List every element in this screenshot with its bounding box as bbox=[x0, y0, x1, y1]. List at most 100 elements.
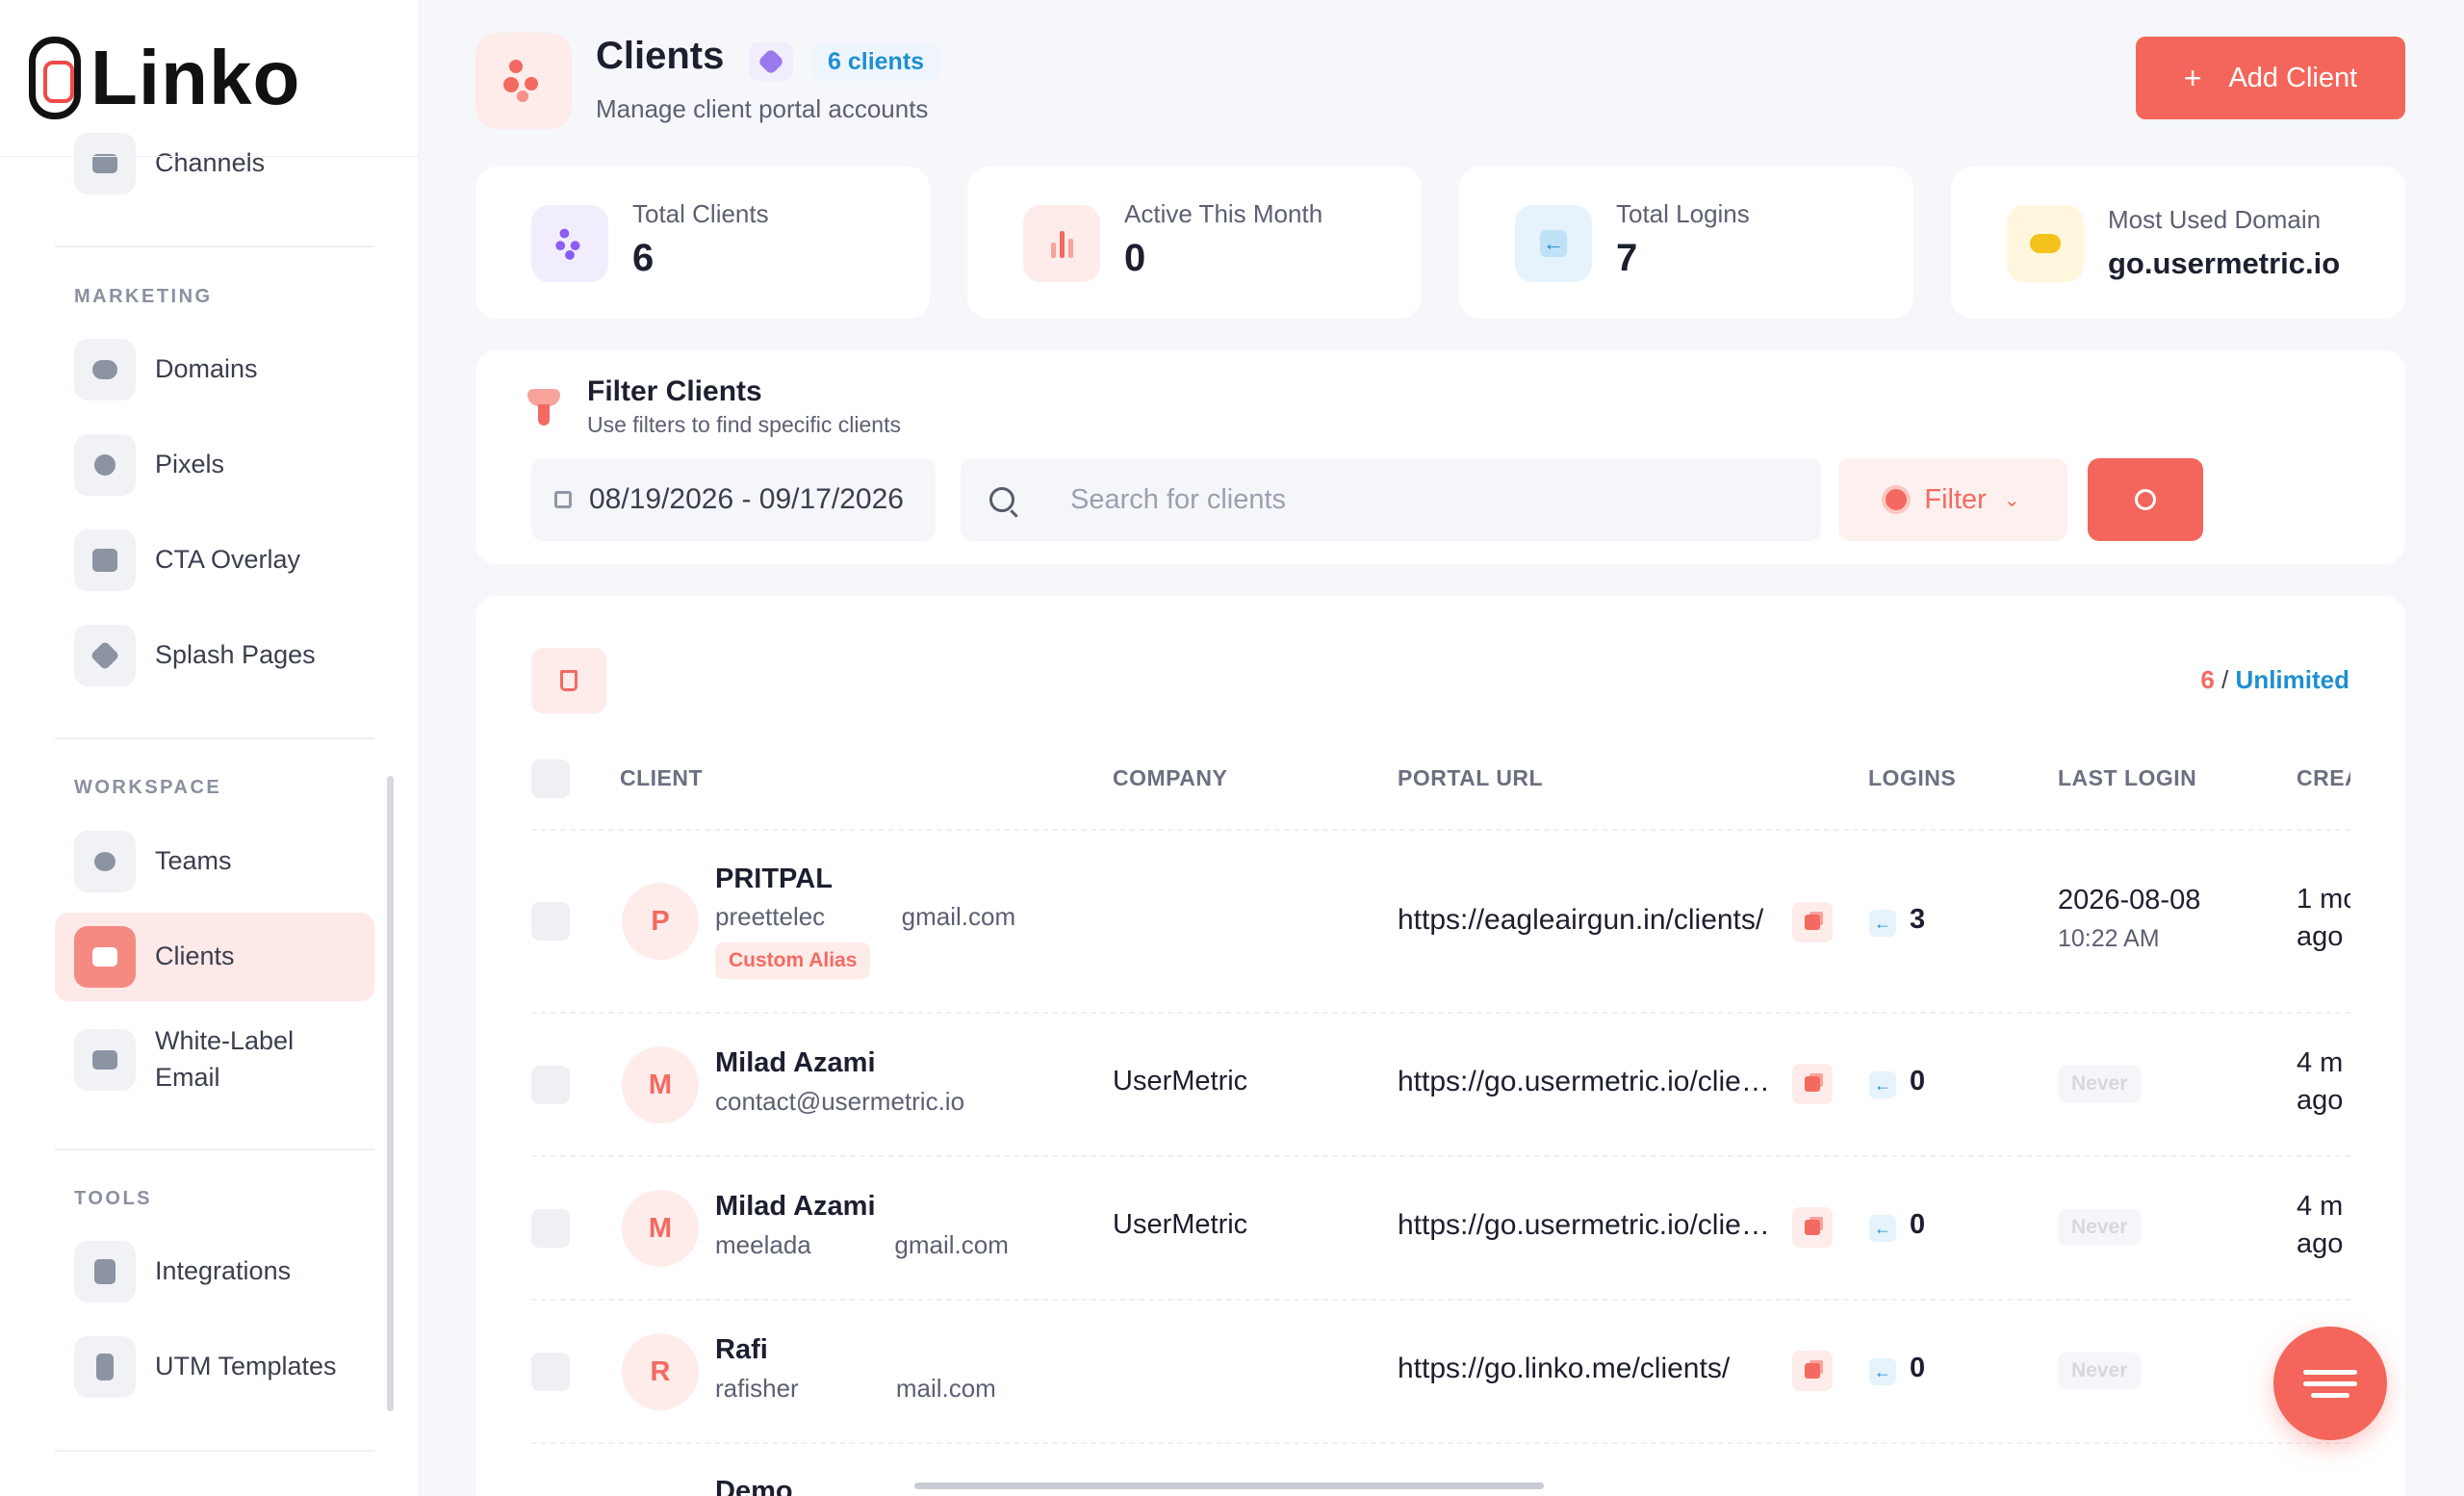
search-field[interactable] bbox=[961, 458, 1821, 541]
divider bbox=[55, 1450, 374, 1452]
mail-icon bbox=[74, 1029, 136, 1091]
row-checkbox[interactable] bbox=[531, 1066, 570, 1104]
portal-url[interactable]: https://go.linko.me/clients/ bbox=[1398, 1353, 1781, 1385]
cursor-icon bbox=[74, 434, 136, 496]
stat-card-total-clients: Total Clients 6 bbox=[475, 167, 930, 319]
people-icon bbox=[531, 205, 608, 282]
client-name: Demo bbox=[715, 1476, 793, 1496]
login-icon: ← bbox=[1869, 1071, 1896, 1098]
client-limit: 6 / Unlimited bbox=[2200, 665, 2349, 695]
date-range-picker[interactable]: 08/19/2026 - 09/17/2026 bbox=[531, 458, 936, 541]
copy-url-button[interactable] bbox=[1792, 1351, 1833, 1391]
login-count: 0 bbox=[1910, 1209, 1926, 1240]
stat-value: 0 bbox=[1124, 237, 1146, 279]
search-icon bbox=[989, 487, 1014, 512]
limit-max: Unlimited bbox=[2235, 665, 2349, 694]
login-count: 0 bbox=[1910, 1353, 1926, 1383]
column-header-portal-url[interactable]: PORTAL URL bbox=[1398, 765, 1543, 791]
chevron-down-icon: ⌄ bbox=[2003, 489, 2020, 511]
client-name: Milad Azami bbox=[715, 1191, 876, 1222]
avatar: M bbox=[622, 1190, 699, 1267]
team-icon bbox=[74, 831, 136, 892]
client-count-badge: 6 clients bbox=[812, 42, 940, 81]
avatar: P bbox=[622, 883, 699, 960]
sidebar-item-cta-overlay[interactable]: CTA Overlay bbox=[55, 516, 374, 605]
column-header-company[interactable]: COMPANY bbox=[1113, 765, 1227, 791]
login-icon: ← bbox=[1869, 910, 1896, 937]
overlay-icon bbox=[74, 529, 136, 591]
client-name: Rafi bbox=[715, 1334, 768, 1365]
menu-fab-button[interactable] bbox=[2273, 1327, 2387, 1440]
sidebar-scrollbar[interactable] bbox=[387, 776, 394, 1411]
row-checkbox[interactable] bbox=[531, 1353, 570, 1391]
bar-chart-icon bbox=[1023, 205, 1100, 282]
logo-mark-icon bbox=[29, 37, 81, 119]
sidebar-item-integrations[interactable]: Integrations bbox=[55, 1227, 374, 1316]
info-icon[interactable] bbox=[749, 42, 793, 81]
sidebar-item-channels[interactable]: Channels bbox=[55, 119, 374, 208]
column-header-last-login[interactable]: LAST LOGIN bbox=[2058, 765, 2196, 791]
portal-url[interactable]: https://eagleairgun.in/clients/ bbox=[1398, 904, 1781, 937]
client-email: contact@usermetric.io bbox=[715, 1087, 965, 1116]
filter-panel: Filter Clients Use filters to find speci… bbox=[475, 350, 2405, 564]
plus-icon: + bbox=[2183, 60, 2202, 95]
add-client-label: Add Client bbox=[2228, 62, 2358, 93]
stat-card-most-used-domain: Most Used Domain go.usermetric.io bbox=[1951, 167, 2405, 319]
client-icon bbox=[74, 926, 136, 988]
stat-label: Total Logins bbox=[1616, 199, 1750, 228]
clients-table-panel: 6 / Unlimited CLIENT COMPANY PORTAL URL … bbox=[475, 596, 2405, 1496]
last-login-time: 10:22 AM bbox=[2058, 925, 2160, 952]
custom-alias-badge: Custom Alias bbox=[715, 942, 871, 979]
sidebar-item-pixels[interactable]: Pixels bbox=[55, 421, 374, 509]
avatar: R bbox=[622, 1333, 699, 1410]
search-input[interactable] bbox=[1070, 483, 1744, 516]
gear-icon bbox=[1886, 489, 1908, 510]
select-all-checkbox[interactable] bbox=[531, 760, 570, 798]
column-header-client[interactable]: CLIENT bbox=[620, 765, 703, 791]
client-name: PRITPAL bbox=[715, 864, 833, 894]
column-header-created[interactable]: CREA bbox=[2297, 765, 2350, 791]
cloud-icon bbox=[2007, 205, 2084, 282]
row-checkbox[interactable] bbox=[531, 1209, 570, 1248]
sidebar-item-white-label-email[interactable]: White-Label Email bbox=[55, 1016, 374, 1104]
row-checkbox[interactable] bbox=[531, 902, 570, 941]
copy-url-button[interactable] bbox=[1792, 1064, 1833, 1104]
client-email: preettelec gmail.com bbox=[715, 902, 1016, 931]
search-icon bbox=[2135, 489, 2156, 510]
app-name: Linko bbox=[90, 35, 301, 120]
column-header-logins[interactable]: LOGINS bbox=[1868, 765, 1956, 791]
created-ago: 1 mo ago bbox=[2297, 884, 2350, 953]
never-badge: Never bbox=[2058, 1353, 2142, 1389]
copy-url-button[interactable] bbox=[1792, 902, 1833, 942]
bulk-delete-button[interactable] bbox=[531, 648, 606, 713]
sidebar-item-domains[interactable]: Domains bbox=[55, 325, 374, 414]
sidebar-item-label: Channels bbox=[155, 148, 266, 178]
divider bbox=[55, 245, 374, 247]
sidebar-item-label: Pixels bbox=[155, 450, 225, 479]
stat-card-active-this-month: Active This Month 0 bbox=[967, 167, 1422, 319]
sidebar-item-teams[interactable]: Teams bbox=[55, 817, 374, 906]
sidebar-item-splash-pages[interactable]: Splash Pages bbox=[55, 611, 374, 700]
sidebar-item-utm-templates[interactable]: UTM Templates bbox=[55, 1323, 374, 1411]
app-logo[interactable]: Linko bbox=[29, 35, 300, 121]
stat-label: Total Clients bbox=[632, 199, 769, 228]
portal-url[interactable]: https://go.usermetric.io/clients/ bbox=[1398, 1066, 1781, 1098]
filter-subtitle: Use filters to find specific clients bbox=[587, 412, 901, 437]
clients-page-icon bbox=[475, 33, 572, 129]
stat-value: go.usermetric.io bbox=[2108, 246, 2341, 280]
grid-icon bbox=[74, 133, 136, 194]
filter-dropdown-button[interactable]: Filter ⌄ bbox=[1838, 458, 2067, 541]
copy-url-button[interactable] bbox=[1792, 1207, 1833, 1248]
never-badge: Never bbox=[2058, 1066, 2142, 1102]
table-horizontal-scrollbar[interactable] bbox=[914, 1483, 1544, 1489]
row-divider bbox=[531, 1012, 2350, 1014]
portal-url[interactable]: https://go.usermetric.io/clients/ bbox=[1398, 1209, 1781, 1242]
client-name: Milad Azami bbox=[715, 1047, 876, 1078]
section-title-workspace: WORKSPACE bbox=[74, 777, 222, 798]
search-submit-button[interactable] bbox=[2088, 458, 2203, 541]
sidebar-item-clients[interactable]: Clients bbox=[55, 913, 374, 1001]
tag-icon bbox=[74, 1336, 136, 1398]
sidebar-item-label: CTA Overlay bbox=[155, 545, 301, 575]
add-client-button[interactable]: + Add Client bbox=[2136, 37, 2405, 119]
created-ago: 4 m ago bbox=[2297, 1047, 2344, 1117]
